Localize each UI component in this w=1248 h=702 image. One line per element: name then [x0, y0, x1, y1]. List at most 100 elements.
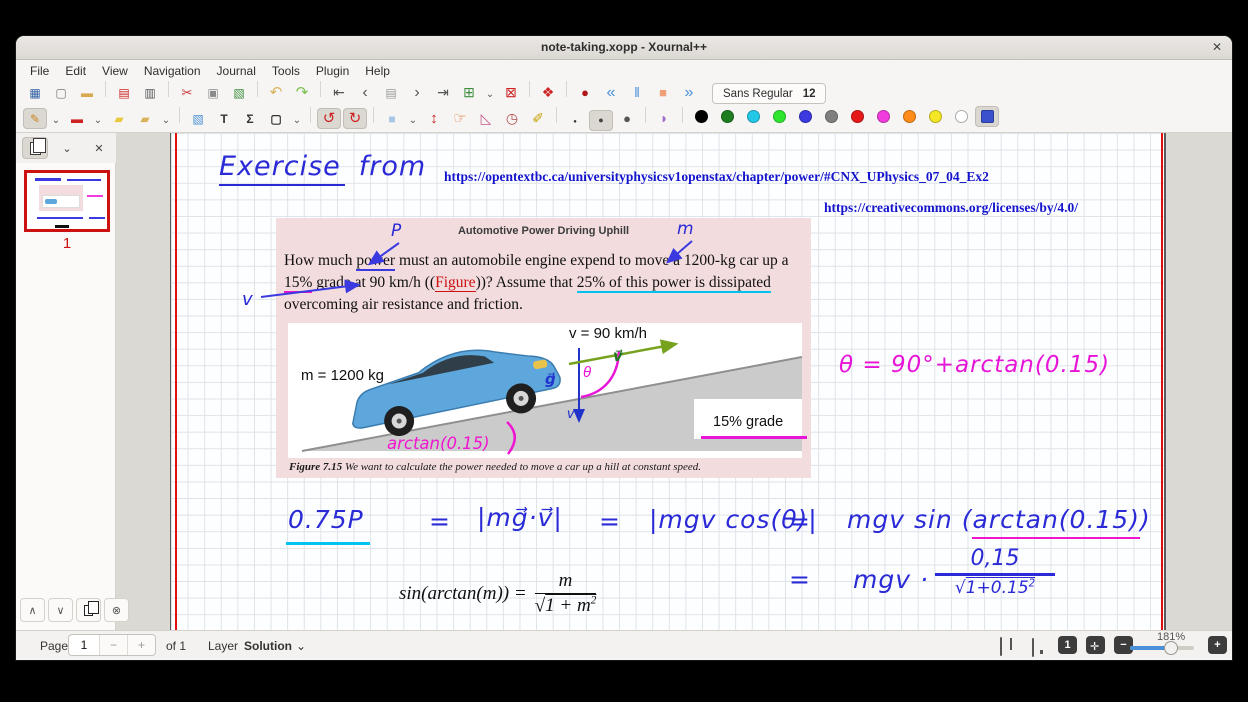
text-select-options-dropdown[interactable]: ⌄: [159, 110, 173, 131]
goto-page-button[interactable]: ▤: [379, 83, 403, 104]
sidebar-close-button[interactable]: ✕: [86, 137, 112, 159]
first-page-button[interactable]: ⇤: [327, 82, 351, 103]
thumb-magenta-stroke: [87, 195, 103, 197]
color-magenta[interactable]: [871, 106, 895, 127]
spline-tool-button[interactable]: ✐: [526, 107, 550, 128]
setsquare-tool-button[interactable]: ◺: [474, 107, 498, 128]
sidebar: ⌄ ✕ 1 ∧ ∨ ⊗: [16, 133, 116, 630]
highlighter-tool-button[interactable]: ▰: [107, 108, 131, 129]
document-page[interactable]: Exercisefrom https://opentextbc.ca/unive…: [170, 133, 1166, 630]
menu-edit[interactable]: Edit: [57, 62, 94, 80]
color-blue[interactable]: [793, 106, 817, 127]
menu-navigation[interactable]: Navigation: [136, 62, 209, 80]
next-page-nav-button[interactable]: ∨: [48, 598, 73, 622]
copy-button[interactable]: ▣: [201, 83, 225, 104]
color-gray[interactable]: [819, 106, 843, 127]
page-thumbnail[interactable]: [24, 170, 110, 232]
rotation-snapping-toggle[interactable]: ↺: [317, 108, 341, 129]
eraser-options-dropdown[interactable]: ⌄: [91, 110, 105, 131]
forward-button[interactable]: »: [677, 83, 701, 104]
stop-nav-button[interactable]: ⊗: [104, 598, 129, 622]
page-number-input[interactable]: 1: [69, 635, 99, 655]
toolbar-separator: [556, 107, 557, 123]
print-button[interactable]: ▥: [138, 83, 162, 104]
pause-button[interactable]: ‖: [625, 82, 649, 103]
zoom-slider[interactable]: [1130, 646, 1194, 650]
thickness-thick-button[interactable]: ●: [615, 108, 639, 129]
sidebar-dropdown-button[interactable]: ⌄: [54, 137, 80, 159]
shape-options-dropdown[interactable]: ⌄: [290, 110, 304, 131]
menu-help[interactable]: Help: [357, 62, 398, 80]
font-selector-button[interactable]: Sans Regular 12: [712, 83, 826, 104]
redo-button[interactable]: ↷: [290, 82, 314, 103]
select-region-tool-button[interactable]: ■: [380, 108, 404, 129]
color-green[interactable]: [767, 106, 791, 127]
shape-tool-button[interactable]: ▢: [264, 108, 288, 129]
layer-selector[interactable]: Solution: [244, 639, 292, 653]
export-pdf-button[interactable]: ▤: [112, 83, 136, 104]
color-white[interactable]: [949, 106, 973, 127]
color-black[interactable]: [689, 106, 713, 127]
zoom-100-button[interactable]: 1: [1058, 636, 1077, 654]
new-document-button[interactable]: ▢: [49, 83, 73, 104]
dual-page-view-button[interactable]: [1000, 638, 1002, 656]
paste-button[interactable]: ▧: [227, 83, 251, 104]
color-yellow[interactable]: [923, 106, 947, 127]
menu-view[interactable]: View: [94, 62, 136, 80]
pen-options-dropdown[interactable]: ⌄: [49, 110, 63, 131]
license-url-link[interactable]: https://creativecommons.org/licenses/by/…: [824, 200, 1078, 216]
menu-tools[interactable]: Tools: [264, 62, 308, 80]
rewind-button[interactable]: «: [599, 83, 623, 104]
zoom-in-button[interactable]: +: [1208, 636, 1227, 654]
source-url-link[interactable]: https://opentextbc.ca/universityphysicsv…: [444, 169, 989, 185]
pen-tool-button[interactable]: ✎: [23, 108, 47, 129]
open-button[interactable]: ▬: [75, 83, 99, 104]
stop-button[interactable]: ■: [651, 82, 675, 103]
menu-plugin[interactable]: Plugin: [308, 62, 357, 80]
zoom-out-button[interactable]: −: [1114, 636, 1133, 654]
layer-dropdown-icon[interactable]: ⌄: [296, 639, 306, 653]
eraser-tool-button[interactable]: ▬: [65, 108, 89, 129]
select-options-dropdown[interactable]: ⌄: [406, 110, 420, 131]
zoom-slider-handle[interactable]: [1164, 641, 1178, 655]
image-tool-button[interactable]: ▧: [186, 108, 210, 129]
undo-button[interactable]: ↶: [264, 82, 288, 103]
page-increment-button[interactable]: +: [127, 635, 155, 655]
figure-link[interactable]: Figure: [435, 274, 475, 292]
thickness-medium-button[interactable]: ●: [589, 110, 613, 131]
color-red[interactable]: [845, 106, 869, 127]
color-picker-button[interactable]: [975, 106, 999, 127]
presentation-mode-button[interactable]: [1032, 639, 1034, 657]
grid-snapping-toggle[interactable]: ↻: [343, 108, 367, 129]
thickness-fine-button[interactable]: ●: [563, 111, 587, 132]
cut-button[interactable]: ✂: [175, 82, 199, 103]
compass-tool-button[interactable]: ◷: [500, 107, 524, 128]
new-page-options-dropdown[interactable]: ⌄: [483, 85, 497, 106]
color-cyan[interactable]: [741, 106, 765, 127]
delete-page-button[interactable]: ⊠: [499, 82, 523, 103]
page-preview-tab-button[interactable]: [22, 137, 48, 159]
menu-journal[interactable]: Journal: [209, 62, 264, 80]
fill-tool-button[interactable]: ◗: [652, 107, 676, 128]
latex-tool-button[interactable]: Σ: [238, 108, 262, 129]
duplicate-page-button[interactable]: [76, 598, 101, 622]
zoom-fit-button[interactable]: [1086, 636, 1105, 654]
hand-tool-button[interactable]: ☞: [448, 108, 472, 129]
menu-file[interactable]: File: [22, 62, 57, 80]
color-orange[interactable]: [897, 106, 921, 127]
previous-page-button[interactable]: ‹: [353, 83, 377, 104]
last-page-button[interactable]: ⇥: [431, 82, 455, 103]
record-audio-button[interactable]: ●: [573, 82, 597, 103]
text-select-tool-button[interactable]: ▰: [133, 108, 157, 129]
fullscreen-button[interactable]: ❖: [536, 82, 560, 103]
color-dark-green[interactable]: [715, 106, 739, 127]
save-button[interactable]: ▦: [23, 83, 47, 104]
text-tool-button[interactable]: T: [212, 108, 236, 129]
close-window-button[interactable]: ✕: [1212, 40, 1222, 54]
exercise-body: How much power must an automobile engine…: [284, 250, 805, 316]
new-page-after-button[interactable]: ⊞: [457, 82, 481, 103]
next-page-button[interactable]: ›: [405, 83, 429, 104]
page-decrement-button[interactable]: −: [99, 635, 127, 655]
previous-page-nav-button[interactable]: ∧: [20, 598, 45, 622]
vertical-space-tool-button[interactable]: ↕: [422, 108, 446, 129]
